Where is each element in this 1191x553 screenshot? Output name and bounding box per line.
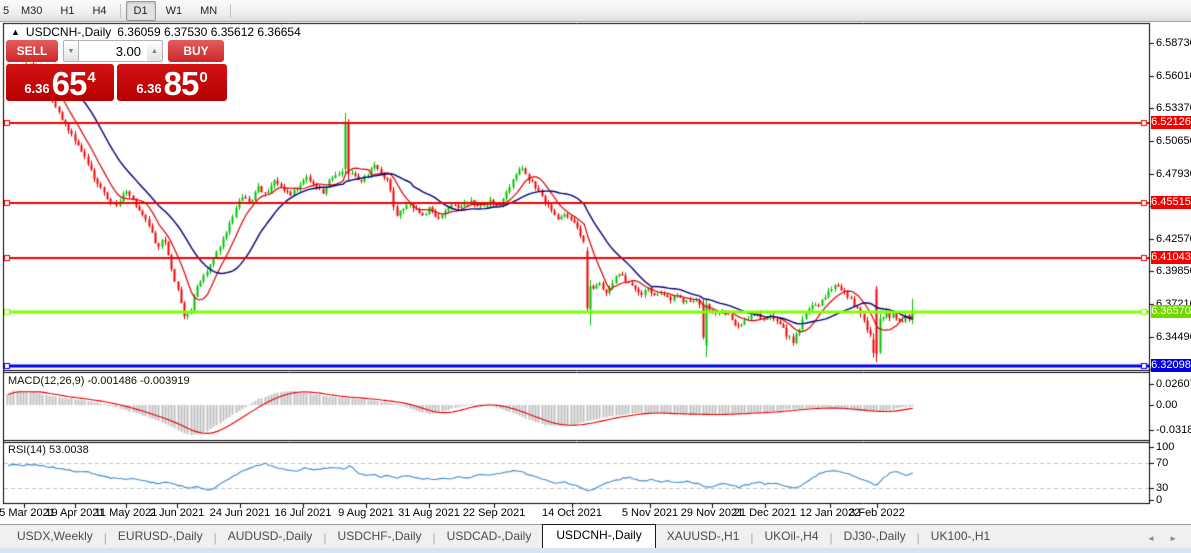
chart-tab-audusd-daily[interactable]: AUDUSD-,Daily bbox=[217, 525, 324, 548]
price-axis-tick: 6.39850 bbox=[1156, 265, 1191, 277]
panel-collapse-icon[interactable]: ▲ bbox=[11, 27, 20, 37]
one-click-trading-panel: SELL ▼ 3.00 ▲ BUY 6.36 65 4 6.36 85 0 bbox=[6, 40, 228, 101]
rsi-axis-tick: 30 bbox=[1156, 482, 1168, 494]
price-line-badge: 6.52126 bbox=[1151, 116, 1191, 129]
rsi-axis-tick: 100 bbox=[1156, 441, 1174, 453]
timeframe-button-w1[interactable]: W1 bbox=[158, 1, 191, 21]
timeframe-button-mn[interactable]: MN bbox=[192, 1, 225, 21]
timeframe-button-m30[interactable]: M30 bbox=[13, 1, 50, 21]
sell-button[interactable]: SELL bbox=[6, 40, 58, 62]
chart-tab-usdcad-daily[interactable]: USDCAD-,Daily bbox=[436, 525, 543, 548]
chart-tab-uk100-h1[interactable]: UK100-,H1 bbox=[920, 525, 1001, 548]
time-axis-label: 2 Jun 2021 bbox=[150, 507, 204, 519]
macd-indicator-label: MACD(12,26,9) -0.001486 -0.003919 bbox=[8, 375, 190, 387]
sell-price-pip: 4 bbox=[87, 69, 95, 86]
chart-tab-dj30-daily[interactable]: DJ30-,Daily bbox=[833, 525, 917, 548]
price-axis-tick: 6.42570 bbox=[1156, 233, 1191, 245]
chart-tab-xauusd-h1[interactable]: XAUUSD-,H1 bbox=[656, 525, 751, 548]
timeframe-button-h4[interactable]: H4 bbox=[84, 1, 114, 21]
buy-price-pip: 0 bbox=[199, 69, 207, 86]
buy-price-big: 85 bbox=[164, 67, 199, 100]
price-axis-tick: 6.34490 bbox=[1156, 331, 1191, 343]
chart-tab-eurusd-daily[interactable]: EURUSD-,Daily bbox=[107, 525, 214, 548]
tab-scroll-icons[interactable]: ◄ ► bbox=[1147, 534, 1183, 543]
time-axis-label: 11 May 2021 bbox=[95, 507, 158, 519]
timeframe-button-d1[interactable]: D1 bbox=[126, 1, 156, 21]
time-axis-label: 31 Aug 2021 bbox=[398, 507, 460, 519]
buy-price-display[interactable]: 6.36 85 0 bbox=[117, 64, 227, 101]
buy-price-prefix: 6.36 bbox=[136, 81, 161, 96]
time-axis-label: 14 Oct 2021 bbox=[542, 507, 602, 519]
toolbar-separator bbox=[230, 4, 231, 18]
volume-decrement-icon[interactable]: ▼ bbox=[63, 40, 79, 62]
chart-tab-usdcnh-daily[interactable]: USDCNH-,Daily bbox=[542, 524, 655, 548]
time-axis-label: 9 Aug 2021 bbox=[338, 507, 394, 519]
time-axis-label: 5 Nov 2021 bbox=[622, 507, 678, 519]
volume-increment-icon[interactable]: ▲ bbox=[147, 40, 163, 62]
rsi-axis-tick: 70 bbox=[1156, 457, 1168, 469]
macd-axis-tick: -0.031872 bbox=[1156, 424, 1191, 436]
time-axis-label: 22 Sep 2021 bbox=[463, 507, 525, 519]
price-axis-tick: 6.47930 bbox=[1156, 168, 1191, 180]
timeframe-button-5[interactable]: 5 bbox=[0, 1, 11, 21]
timeframe-button-h1[interactable]: H1 bbox=[52, 1, 82, 21]
window-bottom-strip bbox=[0, 548, 1191, 553]
sell-price-big: 65 bbox=[52, 67, 87, 100]
symbol-tab-bar: USDX,Weekly|EURUSD-,Daily|AUDUSD-,Daily|… bbox=[0, 524, 1191, 548]
price-line-badge: 6.45515 bbox=[1151, 196, 1191, 209]
rsi-indicator-label: RSI(14) 53.0038 bbox=[8, 444, 89, 456]
price-line-badge: 6.41043 bbox=[1151, 251, 1191, 264]
price-line-badge: 6.32098 bbox=[1151, 359, 1191, 372]
chart-tab-usdx-weekly[interactable]: USDX,Weekly bbox=[6, 525, 104, 548]
time-axis-label: 24 Jun 2021 bbox=[210, 507, 271, 519]
price-axis-tick: 6.50650 bbox=[1156, 135, 1191, 147]
sell-price-display[interactable]: 6.36 65 4 bbox=[6, 64, 114, 101]
price-axis-tick: 6.58730 bbox=[1156, 37, 1191, 49]
volume-input[interactable]: 3.00 bbox=[79, 40, 147, 62]
price-line-badge: 6.36570 bbox=[1151, 305, 1191, 318]
mt4-chart-window: 5M30H1H4 D1W1MN ▲ USDCNH-,Daily 6.36059 6… bbox=[0, 0, 1191, 553]
rsi-axis-tick: 0 bbox=[1156, 494, 1162, 506]
price-axis-tick: 6.56010 bbox=[1156, 70, 1191, 82]
ohlc-values: 6.36059 6.37530 6.35612 6.36654 bbox=[117, 25, 301, 39]
time-axis-label: 3 Feb 2022 bbox=[849, 507, 905, 519]
time-axis-label: 16 Jul 2021 bbox=[275, 507, 332, 519]
chart-tab-usdchf-daily[interactable]: USDCHF-,Daily bbox=[327, 525, 433, 548]
timeframe-toolbar: 5M30H1H4 D1W1MN bbox=[0, 0, 1191, 22]
toolbar-separator bbox=[120, 4, 121, 18]
chart-tab-ukoil-h4[interactable]: UKOil-,H4 bbox=[754, 525, 830, 548]
sell-price-prefix: 6.36 bbox=[24, 81, 49, 96]
time-axis-label: 21 Dec 2021 bbox=[734, 507, 796, 519]
symbol-period-label: USDCNH-,Daily bbox=[26, 25, 111, 39]
macd-axis-tick: 0.02607 bbox=[1156, 378, 1191, 390]
chart-title: ▲ USDCNH-,Daily 6.36059 6.37530 6.35612 … bbox=[11, 25, 301, 39]
price-axis-tick: 6.53370 bbox=[1156, 102, 1191, 114]
buy-button[interactable]: BUY bbox=[168, 40, 224, 62]
macd-axis-tick: 0.00 bbox=[1156, 399, 1177, 411]
